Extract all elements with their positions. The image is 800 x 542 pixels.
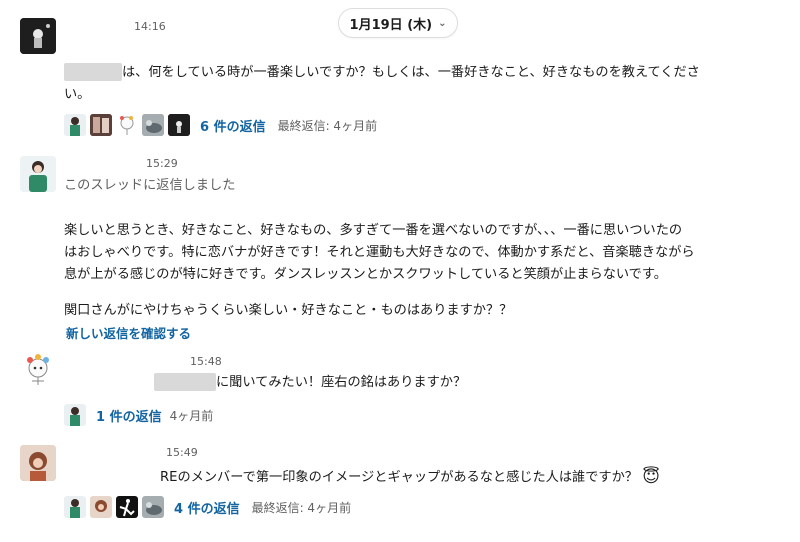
- avatar[interactable]: [20, 156, 56, 192]
- redacted-mention: [154, 373, 216, 391]
- timestamp[interactable]: 15:29: [146, 157, 178, 170]
- avatar: [142, 114, 164, 136]
- avatar: [116, 496, 138, 518]
- thread-replies-bar[interactable]: 1 件の返信 4ヶ月前: [64, 403, 213, 427]
- message-1: 14:16 は、何をしている時が一番楽しいですか？もしくは、一番好きなこと、好き…: [0, 0, 800, 150]
- redacted-mention: [64, 63, 122, 81]
- timestamp[interactable]: 15:48: [190, 355, 222, 368]
- replies-count-link[interactable]: 1 件の返信: [96, 406, 162, 425]
- replies-count-link[interactable]: 4 件の返信: [174, 498, 240, 517]
- message-body: 楽しいと思うとき、好きなこと、好きなもの、多すぎて一番を選べないのですが、、、一…: [64, 223, 695, 282]
- message-3: 15:48 に聞いてみたい！座右の銘はありますか？ 1 件の返信 4ヶ月前: [0, 340, 800, 435]
- avatar[interactable]: [20, 18, 56, 54]
- avatar: [90, 114, 112, 136]
- last-reply-meta: 最終返信: 4ヶ月前: [251, 500, 352, 515]
- avatar: [168, 114, 190, 136]
- message-body: に聞いてみたい！座右の銘はありますか？: [154, 372, 774, 394]
- thread-replies-bar[interactable]: 4 件の返信 最終返信: 4ヶ月前: [64, 495, 351, 519]
- avatar[interactable]: [20, 445, 56, 481]
- avatar: [90, 496, 112, 518]
- avatar: [64, 496, 86, 518]
- thread-reply-subtitle: このスレッドに返信しました: [64, 178, 236, 193]
- message-body: REのメンバーで第一印象のイメージとギャップがあるなと感じた人は誰ですか？ 😇: [160, 467, 660, 487]
- message-body-paragraph: 関口さんがにやけちゃうくらい楽しい・好きなこと・ものはありますか？？: [64, 303, 513, 318]
- message-4: 15:49 REのメンバーで第一印象のイメージとギャップがあるなと感じた人は誰で…: [0, 435, 800, 542]
- message-body: は、何をしている時が一番楽しいですか？もしくは、一番好きなこと、好きなものを教え…: [64, 63, 700, 102]
- message-2: 15:29 このスレッドに返信しました 楽しいと思うとき、好きなこと、好きなもの…: [0, 150, 800, 341]
- avatar: [116, 114, 138, 136]
- thread-replies-bar[interactable]: 6 件の返信 最終返信: 4ヶ月前: [64, 113, 377, 137]
- innocent-emoji-icon: 😇: [642, 467, 660, 487]
- replies-count-link[interactable]: 6 件の返信: [200, 116, 266, 135]
- avatar: [64, 404, 86, 426]
- avatar[interactable]: [20, 352, 56, 388]
- last-reply-meta: 最終返信: 4ヶ月前: [277, 118, 378, 133]
- last-reply-meta: 4ヶ月前: [169, 408, 214, 423]
- timestamp[interactable]: 14:16: [134, 20, 166, 33]
- avatar: [64, 114, 86, 136]
- avatar: [142, 496, 164, 518]
- timestamp[interactable]: 15:49: [166, 446, 198, 459]
